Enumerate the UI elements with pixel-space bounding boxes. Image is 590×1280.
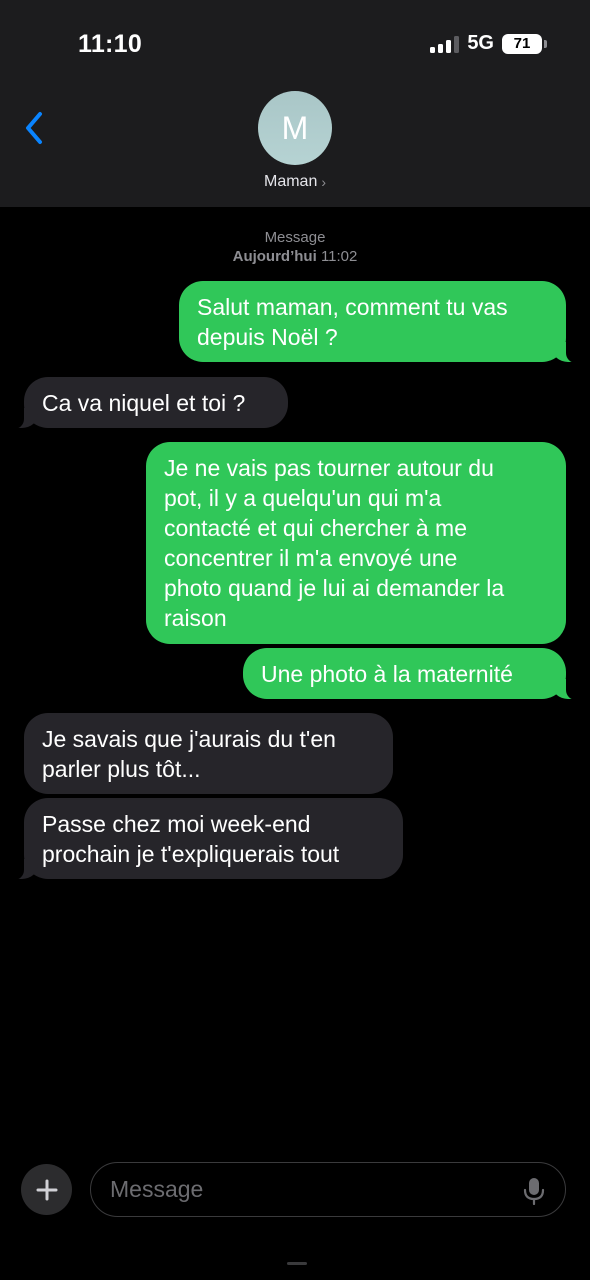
contact-avatar[interactable]: M [258, 91, 332, 165]
home-indicator [287, 1262, 307, 1265]
contact-name: Maman [263, 173, 318, 190]
timestamp-time: 11:02 [320, 248, 358, 265]
plus-icon [36, 1179, 57, 1200]
microphone-icon[interactable] [523, 1177, 545, 1205]
battery-icon: 71 [502, 33, 547, 54]
message-input-placeholder: Message [110, 1176, 204, 1202]
back-button[interactable] [20, 108, 50, 148]
message-incoming[interactable]: Passe chez moi week-end prochain je t'ex… [4, 798, 403, 880]
timestamp-day: Aujourd’hui [232, 248, 317, 265]
status-time: 11:10 [78, 30, 143, 58]
message-outgoing[interactable]: Salut maman, comment tu vas depuis Noël … [179, 281, 586, 363]
message-outgoing[interactable]: Je ne vais pas tourner autour du pot, il… [146, 442, 566, 644]
chevron-left-icon [26, 112, 42, 144]
cellular-signal-icon [430, 35, 460, 53]
battery-level: 71 [513, 35, 531, 52]
status-indicators: 5G 71 [430, 32, 547, 55]
contact-name-button[interactable]: Maman › [0, 173, 590, 191]
service-label: Message [264, 229, 326, 246]
timestamp: Aujourd’hui 11:02 [0, 247, 590, 266]
message-input[interactable]: Message [90, 1162, 566, 1217]
chevron-right-icon: › [321, 174, 327, 190]
avatar-initial: M [281, 109, 309, 146]
conversation-header: 11:10 5G 71 M Maman › [0, 0, 590, 207]
add-attachment-button[interactable] [21, 1164, 72, 1215]
message-incoming[interactable]: Ca va niquel et toi ? [4, 377, 288, 429]
network-type: 5G [467, 32, 494, 54]
message-outgoing[interactable]: Une photo à la maternité [243, 648, 586, 700]
message-incoming[interactable]: Je savais que j'aurais du t'en parler pl… [24, 713, 393, 794]
